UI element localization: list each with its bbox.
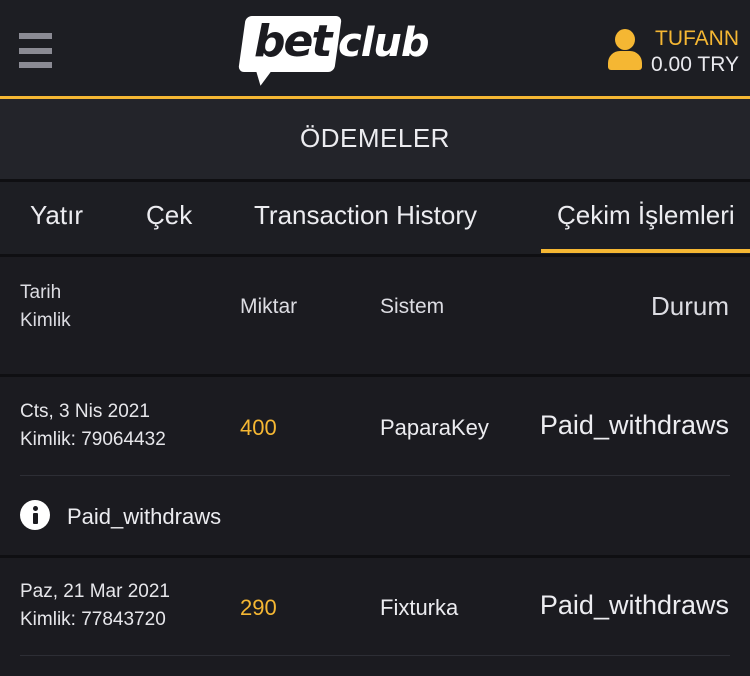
row-id: Kimlik: 77843720 — [20, 609, 166, 630]
betclub-logo[interactable]: bet club — [238, 12, 430, 88]
row-amount: 290 — [240, 595, 277, 620]
active-tab-indicator — [541, 249, 750, 253]
row-status: Paid_withdraws — [539, 590, 729, 620]
tab-cek[interactable]: Çek — [146, 182, 192, 254]
logo-text-bet: bet — [254, 16, 332, 67]
top-header: bet club TUFANN 0.00 TRY — [0, 0, 750, 96]
row-date: Cts, 3 Nis 2021 — [20, 401, 150, 422]
header-amount: Miktar — [240, 295, 298, 318]
logo-text-club: club — [338, 20, 430, 66]
row-system: PaparaKey — [380, 415, 489, 440]
row-system: Fixturka — [380, 595, 459, 620]
table-header: Tarih Kimlik Miktar Sistem Durum — [0, 257, 750, 374]
balance: 0.00 TRY — [651, 53, 739, 76]
tab-transaction-history[interactable]: Transaction History — [254, 182, 477, 254]
info-icon — [20, 500, 50, 530]
payment-tabs: Yatır Çek Transaction History Çekim İşle… — [0, 182, 750, 254]
header-status: Durum — [650, 291, 729, 321]
row-note: Paid_withdraws — [67, 504, 222, 529]
hamburger-menu-icon[interactable] — [19, 33, 53, 69]
header-date: Tarih — [20, 282, 62, 303]
row-status: Paid_withdraws — [539, 410, 729, 440]
row-separator — [20, 655, 730, 656]
page-title: ÖDEMELER — [0, 99, 750, 179]
row-id: Kimlik: 79064432 — [20, 429, 166, 450]
header-system: Sistem — [380, 295, 445, 318]
row-amount: 400 — [240, 415, 277, 440]
tab-cekim-islemleri[interactable]: Çekim İşlemleri — [557, 182, 735, 254]
table-row[interactable]: Paz, 21 Mar 2021 Kimlik: 77843720 290 Fi… — [0, 558, 750, 676]
header-id: Kimlik — [20, 310, 71, 331]
row-separator — [20, 475, 730, 476]
user-icon[interactable] — [607, 29, 643, 71]
username[interactable]: TUFANN — [655, 27, 739, 51]
row-date: Paz, 21 Mar 2021 — [20, 581, 170, 602]
tab-yatir[interactable]: Yatır — [30, 182, 83, 254]
